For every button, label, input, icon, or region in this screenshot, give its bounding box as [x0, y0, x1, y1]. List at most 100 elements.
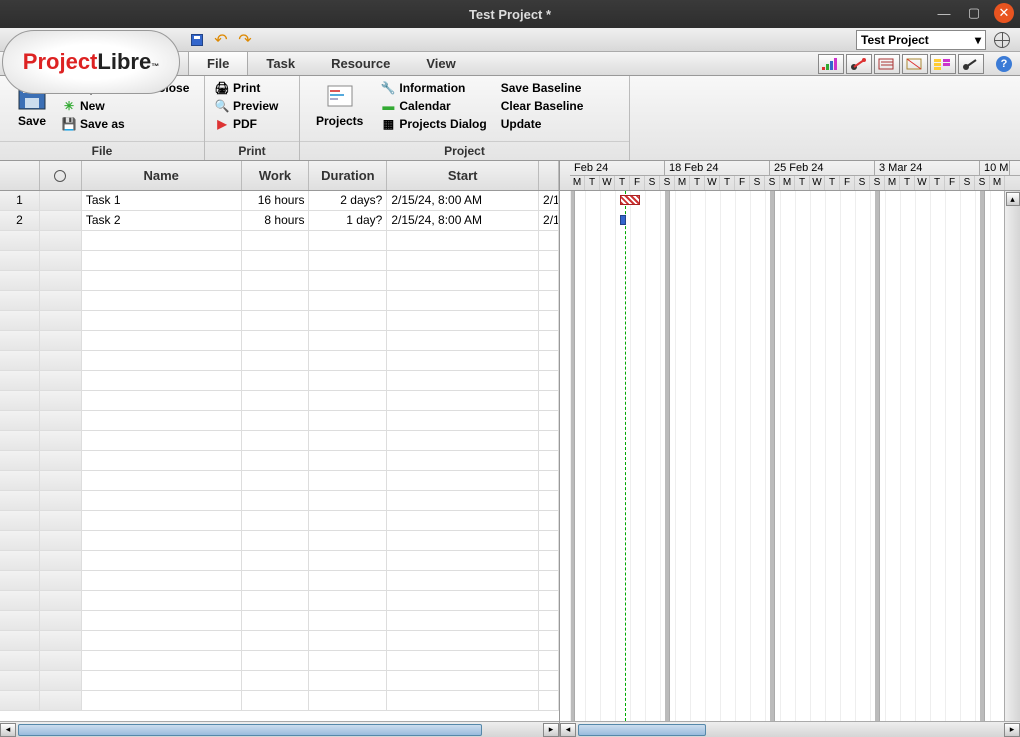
cell-finish[interactable] — [539, 671, 559, 690]
cell-start[interactable] — [387, 391, 539, 410]
col-start[interactable]: Start — [387, 161, 539, 190]
cell-duration[interactable] — [309, 451, 387, 470]
table-row[interactable] — [0, 231, 559, 251]
menu-resource[interactable]: Resource — [313, 52, 408, 75]
menu-file[interactable]: File — [188, 52, 248, 75]
cell-name[interactable] — [82, 251, 242, 270]
cell-finish[interactable] — [539, 591, 559, 610]
cell-duration[interactable] — [309, 231, 387, 250]
cell-finish[interactable] — [539, 551, 559, 570]
cell-name[interactable] — [82, 471, 242, 490]
cell-duration[interactable] — [309, 431, 387, 450]
cell-finish[interactable] — [539, 271, 559, 290]
table-row[interactable] — [0, 251, 559, 271]
table-row[interactable] — [0, 631, 559, 651]
cell-start[interactable] — [387, 311, 539, 330]
cell-work[interactable] — [242, 511, 310, 530]
menu-task[interactable]: Task — [248, 52, 313, 75]
cell-duration[interactable] — [309, 511, 387, 530]
save-baseline-button[interactable]: Save Baseline — [499, 80, 586, 96]
cell-finish[interactable] — [539, 251, 559, 270]
cell-duration[interactable] — [309, 371, 387, 390]
cell-work[interactable] — [242, 691, 310, 710]
table-scroll-thumb[interactable] — [18, 724, 482, 736]
project-selector[interactable]: Test Project ▾ — [856, 30, 986, 50]
scroll-up-arrow[interactable]: ▴ — [1006, 192, 1020, 206]
cell-duration[interactable] — [309, 631, 387, 650]
cell-start[interactable] — [387, 691, 539, 710]
window-maximize-button[interactable]: ▢ — [964, 3, 984, 23]
table-row[interactable] — [0, 451, 559, 471]
cell-work[interactable]: 8 hours — [242, 211, 310, 230]
cell-name[interactable] — [82, 331, 242, 350]
clear-baseline-button[interactable]: Clear Baseline — [499, 98, 586, 114]
cell-finish[interactable] — [539, 331, 559, 350]
cell-start[interactable] — [387, 671, 539, 690]
cell-name[interactable]: Task 2 — [82, 211, 242, 230]
cell-finish[interactable] — [539, 471, 559, 490]
cell-duration[interactable] — [309, 671, 387, 690]
cell-finish[interactable]: 2/1 — [539, 211, 559, 230]
cell-work[interactable] — [242, 611, 310, 630]
cell-start[interactable] — [387, 291, 539, 310]
cell-finish[interactable] — [539, 531, 559, 550]
cell-start[interactable] — [387, 511, 539, 530]
gantt-bar-task1[interactable] — [620, 195, 640, 205]
saveas-button[interactable]: 💾Save as — [60, 116, 127, 132]
cell-start[interactable] — [387, 231, 539, 250]
cell-work[interactable] — [242, 451, 310, 470]
cell-duration[interactable]: 1 day? — [309, 211, 387, 230]
gantt-scroll-left-arrow[interactable]: ◂ — [560, 723, 576, 737]
cell-finish[interactable] — [539, 411, 559, 430]
cell-duration[interactable] — [309, 611, 387, 630]
cell-finish[interactable] — [539, 611, 559, 630]
table-row[interactable] — [0, 511, 559, 531]
quick-save-icon[interactable] — [188, 31, 206, 49]
cell-work[interactable] — [242, 671, 310, 690]
cell-name[interactable] — [82, 291, 242, 310]
table-row[interactable] — [0, 571, 559, 591]
cell-name[interactable] — [82, 531, 242, 550]
cell-finish[interactable] — [539, 371, 559, 390]
cell-name[interactable] — [82, 411, 242, 430]
col-name[interactable]: Name — [82, 161, 242, 190]
cell-start[interactable] — [387, 451, 539, 470]
cell-duration[interactable] — [309, 351, 387, 370]
cell-finish[interactable]: 2/1 — [539, 191, 559, 210]
cell-work[interactable] — [242, 431, 310, 450]
cell-finish[interactable] — [539, 491, 559, 510]
cell-name[interactable] — [82, 511, 242, 530]
gantt-vscroll[interactable]: ▴ — [1004, 191, 1020, 721]
col-finish[interactable] — [539, 161, 559, 190]
col-work[interactable]: Work — [242, 161, 310, 190]
table-row[interactable] — [0, 351, 559, 371]
cell-name[interactable] — [82, 551, 242, 570]
table-row[interactable] — [0, 651, 559, 671]
cell-work[interactable] — [242, 591, 310, 610]
table-row[interactable] — [0, 271, 559, 291]
help-icon[interactable]: ? — [996, 56, 1012, 72]
table-row[interactable] — [0, 311, 559, 331]
cell-work[interactable] — [242, 311, 310, 330]
task-table-body[interactable]: 1Task 116 hours2 days?2/15/24, 8:00 AM2/… — [0, 191, 559, 721]
cell-duration[interactable] — [309, 291, 387, 310]
cell-start[interactable] — [387, 571, 539, 590]
gantt-scroll-right-arrow[interactable]: ▸ — [1004, 723, 1020, 737]
information-button[interactable]: 🔧Information — [379, 80, 488, 96]
cell-start[interactable] — [387, 431, 539, 450]
gantt-scroll-thumb[interactable] — [578, 724, 706, 736]
cell-finish[interactable] — [539, 351, 559, 370]
cell-start[interactable]: 2/15/24, 8:00 AM — [387, 191, 539, 210]
table-row[interactable] — [0, 471, 559, 491]
cell-duration[interactable] — [309, 591, 387, 610]
cell-work[interactable] — [242, 351, 310, 370]
window-close-button[interactable]: ✕ — [994, 3, 1014, 23]
cell-work[interactable] — [242, 631, 310, 650]
cell-duration[interactable]: 2 days? — [309, 191, 387, 210]
cell-work[interactable] — [242, 271, 310, 290]
cell-name[interactable] — [82, 491, 242, 510]
table-row[interactable] — [0, 291, 559, 311]
cell-name[interactable] — [82, 431, 242, 450]
cell-work[interactable] — [242, 551, 310, 570]
cell-work[interactable] — [242, 231, 310, 250]
